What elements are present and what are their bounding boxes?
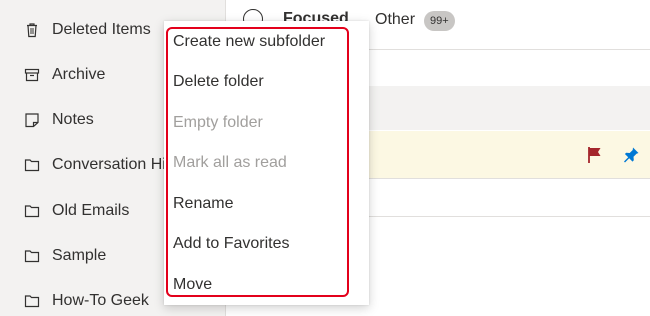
tab-other[interactable]: Other [375, 11, 415, 29]
folder-icon [24, 205, 40, 218]
folder-label: Notes [52, 111, 94, 128]
menu-item-add-to-favorites[interactable]: Add to Favorites [173, 229, 290, 259]
pin-icon[interactable] [622, 146, 640, 164]
folder-label: Deleted Items [52, 21, 151, 38]
folder-icon [24, 295, 40, 308]
folder-label: How-To Geek [52, 292, 149, 309]
menu-item-mark-all-as-read: Mark all as read [173, 154, 287, 171]
menu-item-move[interactable]: Move [173, 270, 212, 300]
trash-icon [27, 23, 37, 38]
folder-label: Sample [52, 247, 107, 264]
menu-item-create-new-subfolder[interactable]: Create new subfolder [173, 27, 325, 57]
folder-icon [24, 250, 40, 263]
folder-icon [24, 159, 40, 172]
other-count-badge: 99+ [424, 11, 455, 31]
folder-label: Conversation Hi [52, 156, 166, 173]
folder-context-menu: Create new subfolder Delete folder Empty… [164, 21, 369, 305]
menu-item-empty-folder: Empty folder [173, 114, 263, 131]
menu-item-delete-folder[interactable]: Delete folder [173, 67, 264, 97]
menu-item-rename[interactable]: Rename [173, 189, 233, 219]
folder-label: Archive [52, 66, 106, 83]
note-icon [25, 113, 39, 128]
flag-icon[interactable] [587, 146, 603, 164]
folder-label: Old Emails [52, 202, 130, 219]
archive-icon [24, 68, 40, 82]
